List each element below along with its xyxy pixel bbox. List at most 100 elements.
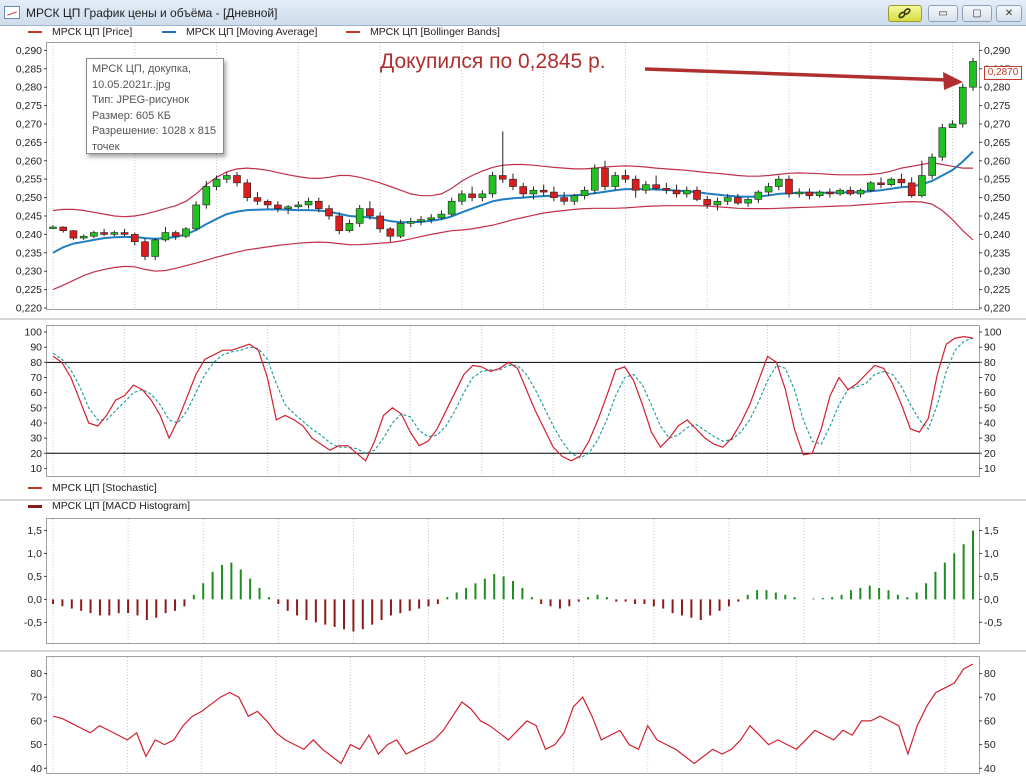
y-tick-label-right: 50 bbox=[984, 402, 996, 414]
file-tooltip: МРСК ЦП, докупка, 10.05.2021г..jpg Тип: … bbox=[86, 58, 224, 154]
candle-up bbox=[590, 167, 599, 191]
y-tick-label-right: 60 bbox=[984, 715, 996, 727]
annotation-arrow-line bbox=[644, 67, 949, 82]
chart-annotation: Докупился по 0,2845 р. bbox=[380, 50, 606, 73]
candle-up bbox=[856, 189, 865, 195]
candle-down bbox=[621, 175, 630, 180]
y-tick-label-right: 80 bbox=[984, 357, 996, 369]
candle-down bbox=[601, 167, 609, 187]
candle-up bbox=[488, 175, 497, 195]
candle-up bbox=[294, 204, 303, 208]
candle-up bbox=[151, 239, 160, 257]
candle-down bbox=[560, 197, 568, 202]
candle-down bbox=[846, 189, 855, 195]
candle-up bbox=[417, 219, 425, 222]
candle-down bbox=[897, 178, 906, 184]
y-tick-label-right: 0,5 bbox=[984, 571, 999, 583]
y-tick-label-left: 0,245 bbox=[16, 210, 42, 222]
candle-down bbox=[662, 188, 671, 191]
candle-down bbox=[631, 178, 640, 191]
y-tick-label-left: 0,255 bbox=[16, 174, 42, 186]
stochastic-signal-line bbox=[52, 337, 974, 459]
candle-up bbox=[79, 235, 88, 239]
candle-up bbox=[304, 200, 313, 206]
y-tick-label-right: 0,280 bbox=[984, 82, 1010, 94]
candle-up bbox=[611, 175, 620, 187]
y-tick-label-right: 90 bbox=[984, 342, 996, 354]
bollinger-lower-line bbox=[52, 200, 974, 291]
tooltip-line: Разрешение: 1028 x 815 bbox=[92, 125, 217, 137]
y-tick-label-right: 60 bbox=[984, 387, 996, 399]
candle-up bbox=[774, 178, 783, 187]
y-tick-label-right: 70 bbox=[984, 692, 996, 704]
candle-up bbox=[49, 226, 57, 229]
y-tick-label-right: 0,290 bbox=[984, 45, 1010, 57]
y-tick-label-left: 30 bbox=[30, 433, 42, 445]
y-tick-label-left: 0,220 bbox=[16, 303, 42, 315]
candle-down bbox=[539, 189, 548, 193]
candle-up bbox=[161, 232, 170, 241]
candle-up bbox=[447, 200, 456, 215]
y-tick-label-left: 70 bbox=[30, 372, 42, 384]
tooltip-line: точек bbox=[92, 140, 120, 153]
candle-up bbox=[764, 186, 773, 193]
y-tick-label-left: 1,5 bbox=[27, 525, 42, 537]
y-tick-label-left: 90 bbox=[30, 342, 42, 354]
candle-up bbox=[969, 61, 977, 88]
y-tick-label-right: 0,275 bbox=[984, 100, 1010, 112]
y-tick-label-right: 0,245 bbox=[984, 210, 1010, 222]
candle-down bbox=[120, 232, 129, 235]
candle-up bbox=[713, 200, 722, 206]
candle-up bbox=[642, 184, 650, 191]
candle-up bbox=[458, 193, 466, 202]
candle-up bbox=[887, 178, 896, 186]
y-tick-label-right: 1,0 bbox=[984, 548, 999, 560]
y-tick-label-right: 0,250 bbox=[984, 192, 1010, 204]
candle-down bbox=[253, 197, 262, 202]
y-tick-label-right: 70 bbox=[984, 372, 996, 384]
y-tick-label-right: 80 bbox=[984, 668, 996, 680]
candle-up bbox=[437, 213, 446, 219]
candle-down bbox=[366, 208, 374, 217]
y-tick-label-left: 70 bbox=[30, 692, 42, 704]
candle-up bbox=[355, 208, 364, 224]
y-tick-label-left: 60 bbox=[30, 387, 42, 399]
oscillator-line bbox=[52, 663, 974, 765]
candle-up bbox=[948, 123, 957, 128]
y-tick-label-left: 0,230 bbox=[16, 266, 42, 278]
y-tick-label-right: 20 bbox=[984, 448, 996, 460]
y-tick-label-right: 0,260 bbox=[984, 155, 1010, 167]
candle-up bbox=[938, 127, 947, 158]
candle-up bbox=[222, 175, 231, 180]
candle-down bbox=[652, 184, 660, 189]
candle-down bbox=[826, 191, 834, 195]
candle-up bbox=[90, 232, 98, 237]
y-tick-label-left: 20 bbox=[30, 448, 42, 460]
candle-up bbox=[580, 189, 589, 197]
candle-down bbox=[263, 200, 272, 206]
y-tick-label-left: 0,265 bbox=[16, 137, 42, 149]
candle-down bbox=[805, 191, 814, 197]
candle-down bbox=[274, 204, 282, 209]
candle-down bbox=[233, 175, 241, 184]
y-tick-label-left: 50 bbox=[30, 402, 42, 414]
y-tick-label-right: 1,5 bbox=[984, 525, 999, 537]
y-tick-label-left: 50 bbox=[30, 739, 42, 751]
y-tick-label-right: 30 bbox=[984, 433, 996, 445]
y-tick-label-right: 0,255 bbox=[984, 174, 1010, 186]
candle-down bbox=[550, 191, 558, 198]
candle-down bbox=[785, 178, 793, 195]
y-tick-label-left: 0,225 bbox=[16, 284, 42, 296]
candle-up bbox=[815, 191, 824, 197]
candle-up bbox=[529, 189, 538, 195]
candle-up bbox=[345, 223, 354, 232]
candle-up bbox=[427, 217, 436, 220]
candle-down bbox=[509, 178, 517, 187]
y-tick-label-left: 0,280 bbox=[16, 82, 42, 94]
candle-down bbox=[386, 228, 395, 237]
candle-up bbox=[396, 223, 405, 237]
candle-down bbox=[69, 230, 78, 239]
stochastic-k-line bbox=[52, 335, 974, 462]
candle-down bbox=[672, 189, 681, 195]
candle-down bbox=[498, 175, 507, 180]
